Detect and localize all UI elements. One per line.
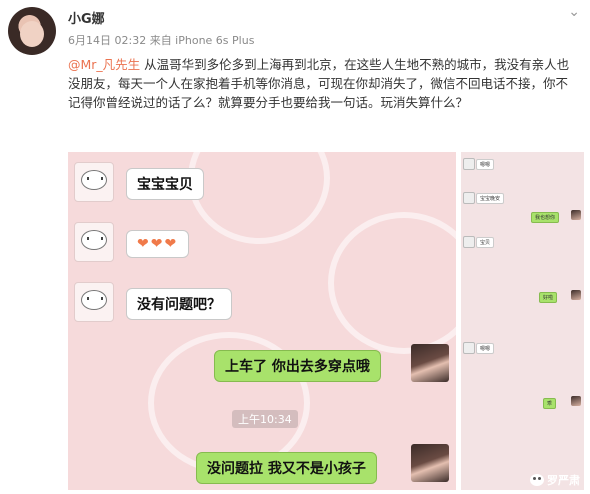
chat-screenshot-side[interactable]: 嗯嗯 宝宝晚安 我也想你 宝贝 好啦 嗯嗯 乖 罗严肃: [461, 152, 584, 490]
contact-avatar: [463, 158, 475, 170]
mini-bubble-sent: 乖: [543, 398, 557, 409]
chat-bubble: 宝宝宝贝: [126, 168, 204, 200]
background-pattern: [328, 212, 456, 354]
mini-bubble-sent: 好啦: [539, 292, 558, 303]
chevron-down-icon[interactable]: ⌄: [568, 4, 580, 20]
mini-bubble: 宝宝晚安: [476, 193, 505, 204]
contact-avatar: [74, 222, 114, 262]
user-avatar: [571, 290, 581, 300]
post-header: 小G娜 6月14日 02:32 来自 iPhone 6s Plus ⌄: [0, 0, 590, 60]
mini-bubble-sent: 我也想你: [531, 212, 560, 223]
image-gallery[interactable]: 宝宝宝贝 ❤❤❤ 没有问题吧？ 上车了 你出去多穿点哦 上午10:34 没问题拉…: [68, 152, 584, 490]
mini-bubble: 嗯嗯: [476, 343, 495, 354]
user-avatar: [571, 396, 581, 406]
wechat-icon: [530, 474, 544, 486]
watermark: 罗严肃: [526, 470, 584, 490]
avatar[interactable]: [8, 7, 56, 55]
chat-timestamp: 上午10:34: [232, 410, 298, 428]
post-meta: 6月14日 02:32 来自 iPhone 6s Plus: [68, 34, 255, 47]
user-avatar: [571, 210, 581, 220]
contact-avatar: [74, 162, 114, 202]
contact-avatar: [463, 236, 475, 248]
username[interactable]: 小G娜: [68, 8, 105, 27]
contact-avatar: [463, 342, 475, 354]
chat-bubble-hearts: ❤❤❤: [126, 230, 190, 258]
chat-bubble: 没有问题吧？: [126, 288, 232, 320]
post-text: @Mr_凡先生 从温哥华到多伦多到上海再到北京，在这些人生地不熟的城市，我没有亲…: [68, 55, 580, 112]
background-pattern: [188, 152, 330, 244]
mini-bubble: 嗯嗯: [476, 159, 495, 170]
chat-bubble-sent: 上车了 你出去多穿点哦: [214, 350, 381, 382]
mention-link[interactable]: @Mr_凡先生: [68, 57, 140, 72]
watermark-text: 罗严肃: [547, 474, 580, 487]
contact-avatar: [74, 282, 114, 322]
user-avatar: [411, 444, 449, 482]
contact-avatar: [463, 192, 475, 204]
chat-screenshot-main[interactable]: 宝宝宝贝 ❤❤❤ 没有问题吧？ 上车了 你出去多穿点哦 上午10:34 没问题拉…: [68, 152, 456, 490]
chat-bubble-sent: 没问题拉 我又不是小孩子: [196, 452, 377, 484]
mini-bubble: 宝贝: [476, 237, 495, 248]
user-avatar: [411, 344, 449, 382]
post-body: 从温哥华到多伦多到上海再到北京，在这些人生地不熟的城市，我没有亲人也没朋友，每天…: [68, 57, 570, 110]
